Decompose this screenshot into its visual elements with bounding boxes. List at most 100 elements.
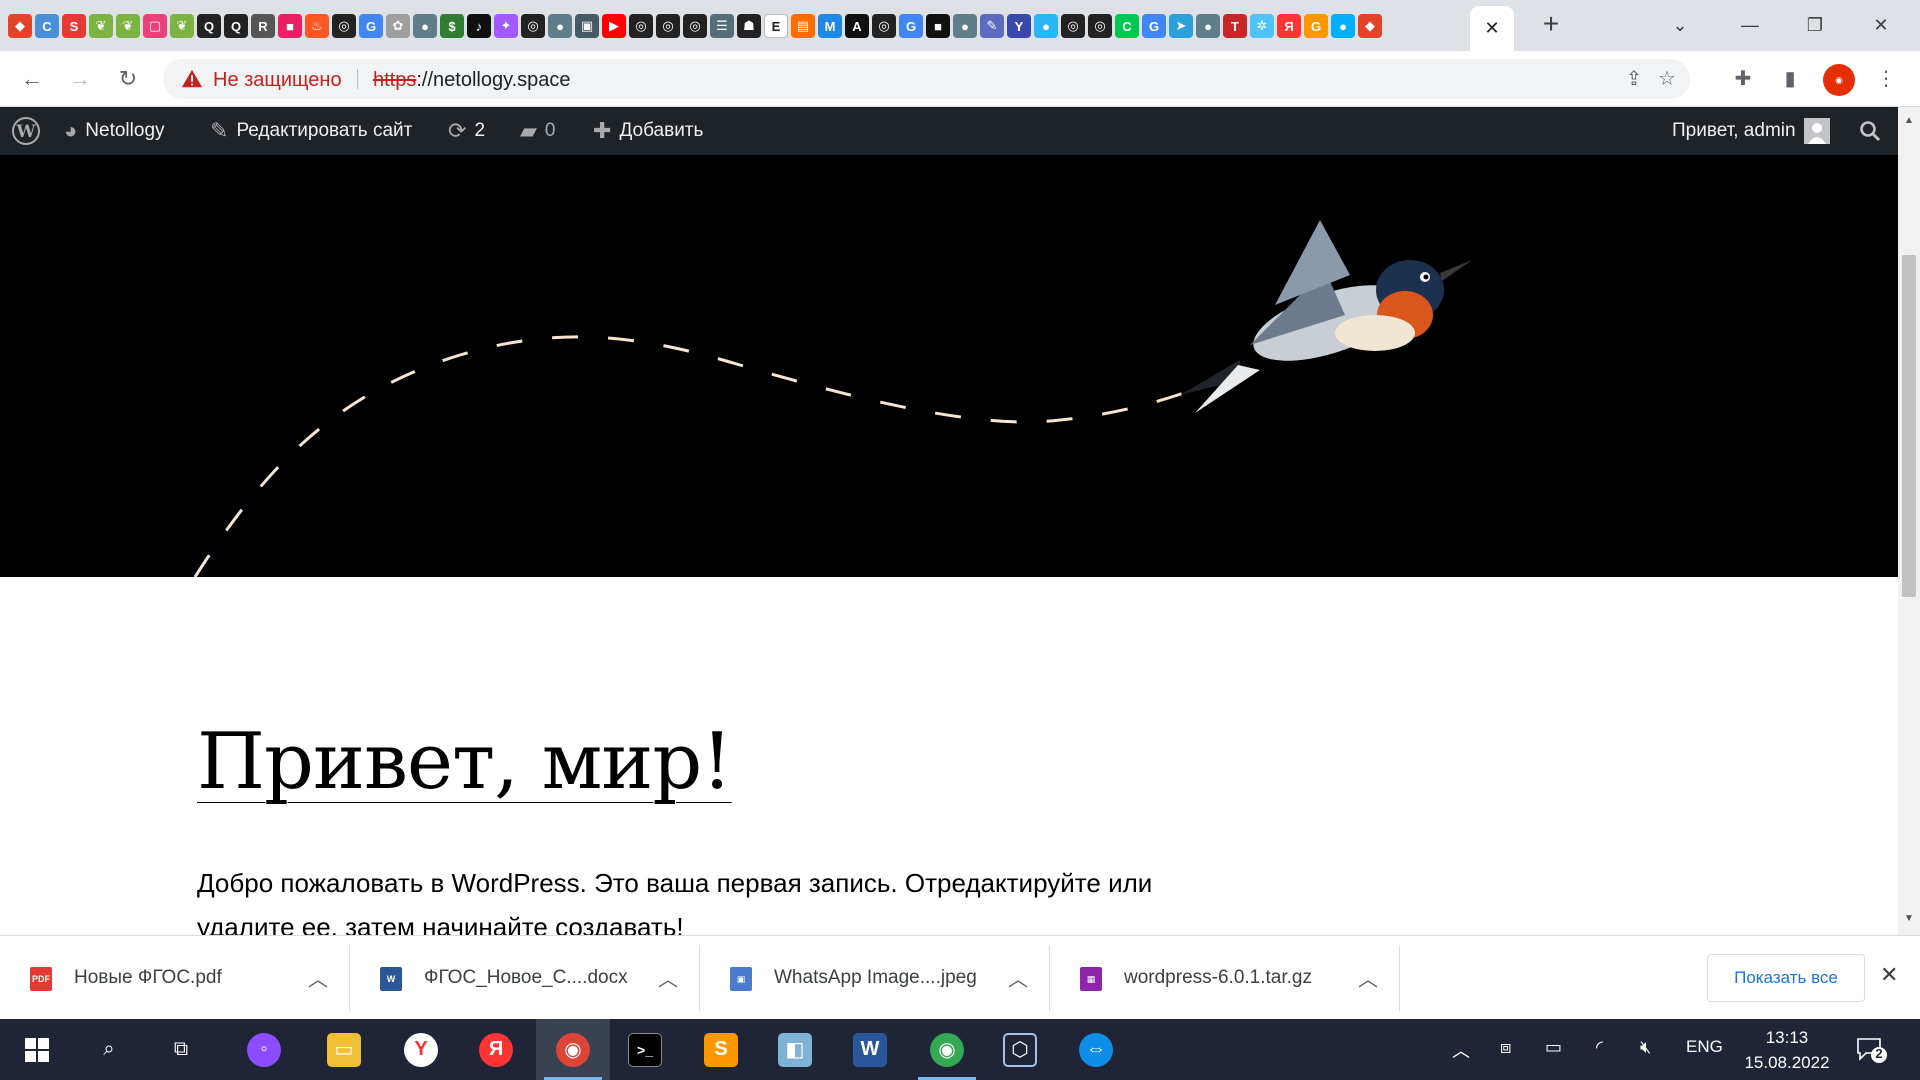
- box-icon[interactable]: ▣: [575, 14, 599, 38]
- sublime-app[interactable]: S: [684, 1019, 758, 1080]
- cru-icon[interactable]: C: [35, 14, 59, 38]
- tab-search-icon[interactable]: ⌄: [1665, 10, 1695, 40]
- scroll-down-arrow-icon[interactable]: ▼: [1904, 913, 1914, 924]
- doc-icon[interactable]: ☰: [710, 14, 734, 38]
- terminal-app[interactable]: >_: [608, 1019, 682, 1080]
- scrollbar-thumb[interactable]: [1902, 255, 1916, 597]
- globe-icon[interactable]: ●: [413, 14, 437, 38]
- new-tab-button[interactable]: +: [1536, 10, 1566, 40]
- s-icon[interactable]: S: [62, 14, 86, 38]
- mail-icon[interactable]: M: [818, 14, 842, 38]
- flower-icon[interactable]: ✿: [386, 14, 410, 38]
- search-icon[interactable]: [1858, 107, 1882, 155]
- y-icon[interactable]: Y: [1007, 14, 1031, 38]
- close-icon[interactable]: ✕: [1484, 18, 1499, 39]
- meet-icon[interactable]: ⧈: [1500, 1037, 1511, 1058]
- yandex-browser-app[interactable]: Y: [384, 1019, 458, 1080]
- restore-button[interactable]: ❐: [1800, 10, 1830, 40]
- chrome-beta-app[interactable]: ◉: [910, 1019, 984, 1080]
- orange-icon[interactable]: ▤: [791, 14, 815, 38]
- my-account-menu[interactable]: Привет, admin: [1672, 107, 1830, 155]
- profile-avatar[interactable]: ◉: [1823, 64, 1855, 96]
- reload-button[interactable]: ↻: [112, 63, 144, 95]
- r-icon[interactable]: R: [251, 14, 275, 38]
- close-icon[interactable]: ✕: [1880, 962, 1898, 988]
- youtube-icon[interactable]: ▶: [602, 14, 626, 38]
- github-icon[interactable]: ◎: [1088, 14, 1112, 38]
- extensions-icon[interactable]: ✚: [1729, 65, 1757, 93]
- chrome-app[interactable]: ◉: [536, 1019, 610, 1080]
- globe-icon[interactable]: ●: [548, 14, 572, 38]
- download-item[interactable]: W ФГОС_Новое_С....docx ︿: [350, 945, 700, 1011]
- money-icon[interactable]: $: [440, 14, 464, 38]
- github-icon[interactable]: ◎: [521, 14, 545, 38]
- camera-icon[interactable]: ■: [926, 14, 950, 38]
- chevron-up-icon[interactable]: ︿: [1008, 963, 1028, 992]
- chevron-up-icon[interactable]: ︿: [658, 963, 678, 992]
- task-view-button[interactable]: ⧉: [144, 1019, 218, 1080]
- download-item[interactable]: ▣ WhatsApp Image....jpeg ︿: [700, 945, 1050, 1011]
- e-icon[interactable]: E: [764, 14, 788, 38]
- pink-square-icon[interactable]: ■: [278, 14, 302, 38]
- updates-link[interactable]: ⟳ 2: [448, 107, 485, 155]
- google-icon[interactable]: G: [359, 14, 383, 38]
- virtualbox-tool-app[interactable]: ◧: [758, 1019, 832, 1080]
- volume-icon[interactable]: 🔇︎: [1640, 1037, 1651, 1058]
- security-label[interactable]: Не защищено: [213, 69, 342, 92]
- gear-icon[interactable]: ✲: [1250, 14, 1274, 38]
- show-all-downloads-button[interactable]: Показать все: [1707, 954, 1865, 1002]
- google-icon[interactable]: G: [1142, 14, 1166, 38]
- scroll-up-arrow-icon[interactable]: ▲: [1904, 115, 1914, 126]
- t-icon[interactable]: T: [1223, 14, 1247, 38]
- chevron-up-icon[interactable]: ︿: [308, 963, 328, 992]
- warning-icon[interactable]: [181, 68, 203, 90]
- tool-icon[interactable]: ✎: [980, 14, 1004, 38]
- comments-link[interactable]: ▰ 0: [520, 107, 556, 155]
- start-button[interactable]: [0, 1019, 74, 1080]
- download-item[interactable]: PDF Новые ФГОС.pdf ︿: [0, 945, 350, 1011]
- wp-logo-menu[interactable]: W: [11, 107, 41, 155]
- search-icon[interactable]: Q: [197, 14, 221, 38]
- chevron-up-icon[interactable]: ︿: [1358, 963, 1378, 992]
- word-app[interactable]: W: [833, 1019, 907, 1080]
- tiktok-icon[interactable]: ♪: [467, 14, 491, 38]
- pink-icon[interactable]: ▢: [143, 14, 167, 38]
- gitlab-icon[interactable]: ◆: [1358, 14, 1382, 38]
- post-title-link[interactable]: Привет, мир!: [197, 717, 733, 807]
- google-icon[interactable]: G: [1304, 14, 1328, 38]
- telegram-icon[interactable]: ➤: [1169, 14, 1193, 38]
- edit-site-link[interactable]: ✎ Редактировать сайт: [210, 107, 412, 155]
- yandex-icon[interactable]: Я: [1277, 14, 1301, 38]
- teamviewer-app[interactable]: ⇔: [1059, 1019, 1133, 1080]
- menu-icon[interactable]: ⋮: [1872, 65, 1900, 93]
- back-button[interactable]: ←: [16, 63, 48, 95]
- notifications-button[interactable]: 2: [1855, 1033, 1887, 1065]
- forward-button[interactable]: →: [64, 63, 96, 95]
- add-new-menu[interactable]: ✚ Добавить: [593, 107, 703, 155]
- github-icon[interactable]: ◎: [332, 14, 356, 38]
- drop-icon[interactable]: ●: [1331, 14, 1355, 38]
- gitlab-icon[interactable]: ◆: [8, 14, 32, 38]
- github-icon[interactable]: ◎: [872, 14, 896, 38]
- github-icon[interactable]: ◎: [1061, 14, 1085, 38]
- github-icon[interactable]: ◎: [629, 14, 653, 38]
- wifi-icon[interactable]: ◜: [1596, 1037, 1603, 1058]
- file-explorer-app[interactable]: ▭: [307, 1019, 381, 1080]
- download-item[interactable]: ▦ wordpress-6.0.1.tar.gz ︿: [1050, 945, 1400, 1011]
- circle-icon[interactable]: ●: [1034, 14, 1058, 38]
- globe-icon[interactable]: ●: [1196, 14, 1220, 38]
- page-scrollbar[interactable]: ▲ ▼: [1898, 107, 1920, 935]
- bookmark-star-icon[interactable]: ☆: [1655, 67, 1679, 91]
- side-panel-icon[interactable]: ▮: [1776, 65, 1804, 93]
- globe-icon[interactable]: ●: [953, 14, 977, 38]
- leaf-icon[interactable]: ❦: [116, 14, 140, 38]
- url-text[interactable]: https://netollogy.space: [373, 69, 571, 92]
- figma-icon[interactable]: ✦: [494, 14, 518, 38]
- share-icon[interactable]: ⇪: [1622, 67, 1646, 91]
- language-indicator[interactable]: ENG: [1686, 1037, 1723, 1057]
- c-icon[interactable]: C: [1115, 14, 1139, 38]
- fire-icon[interactable]: ♨: [305, 14, 329, 38]
- active-tab[interactable]: ✕: [1470, 6, 1514, 51]
- window-close-button[interactable]: ✕: [1866, 10, 1896, 40]
- google-icon[interactable]: G: [899, 14, 923, 38]
